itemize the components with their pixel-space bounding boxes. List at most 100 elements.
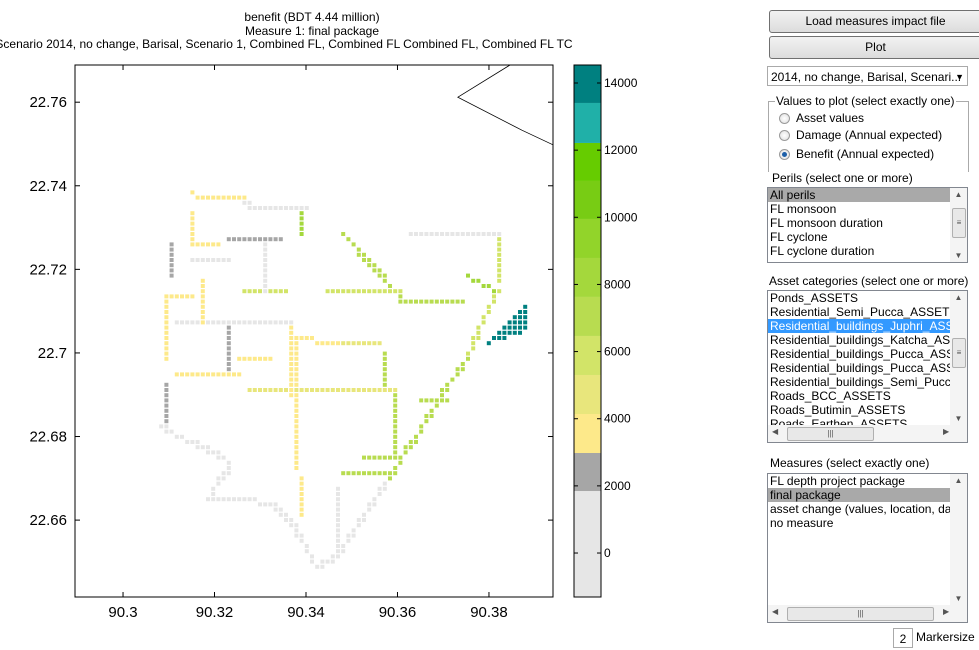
list-item[interactable]: Residential_buildings_Katcha_ASSETS [768, 333, 951, 347]
list-item[interactable]: Residential_buildings_Pucca_ASSETS [768, 347, 951, 361]
list-item[interactable]: Roads_BCC_ASSETS [768, 389, 951, 403]
list-item[interactable]: Residential_buildings_Pucca_ASSETS_ [768, 361, 951, 375]
scroll-left-icon[interactable]: ◀ [772, 427, 778, 436]
asset-point [393, 471, 398, 476]
load-measures-impact-file-button[interactable]: Load measures impact file [769, 10, 979, 33]
asset-point [471, 278, 476, 283]
asset-point [195, 445, 200, 450]
asset-point [362, 341, 366, 346]
asset-point [294, 450, 299, 455]
scenario-select[interactable]: 2014, no change, Barisal, Scenari... ▼ [767, 66, 968, 86]
asset-point [336, 497, 340, 502]
colorbar-segment [574, 180, 601, 219]
asset-point [190, 242, 195, 247]
asset-point [294, 445, 299, 450]
asset-point [252, 497, 257, 502]
list-item[interactable]: Residential_buildings_Semi_Pucca_AS [768, 375, 951, 389]
perils-listbox[interactable]: All perils FL monsoon FL monsoon duratio… [767, 187, 968, 263]
asset-point [299, 512, 304, 517]
assets-hscrollbar[interactable]: ◀ ||| ▶ [768, 425, 967, 442]
asset-point [169, 247, 174, 252]
asset-point [471, 232, 476, 236]
list-item[interactable]: FL cyclone [768, 230, 951, 244]
asset-point [263, 278, 268, 283]
measures-vscrollbar[interactable]: ▲ ▼ [950, 474, 967, 605]
scroll-up-icon[interactable]: ▲ [950, 476, 967, 485]
measures-listbox[interactable]: FL depth project package final package a… [767, 473, 968, 623]
asset-point [268, 356, 273, 361]
asset-point [200, 445, 205, 450]
asset-point [273, 507, 278, 512]
asset-point [232, 497, 236, 502]
radio-selected-icon[interactable] [779, 148, 790, 160]
scroll-right-icon[interactable]: ▶ [943, 607, 949, 616]
asset-point [523, 310, 528, 314]
asset-point [382, 382, 387, 387]
asset-point [247, 388, 252, 392]
list-item[interactable]: FL depth project package [768, 474, 951, 488]
list-item[interactable]: Roads_Butimin_ASSETS [768, 403, 951, 417]
perils-label: Perils (select one or more) [772, 171, 913, 185]
asset-point [221, 320, 226, 325]
asset-point [200, 320, 205, 325]
radio-benefit[interactable]: Benefit (Annual expected) [779, 147, 934, 161]
asset-point [414, 232, 418, 236]
scroll-thumb[interactable]: ||| [787, 427, 874, 441]
list-item[interactable]: no measure [768, 516, 951, 530]
list-item-selected[interactable]: Residential_buildings_Juphri_ASSETS [768, 319, 951, 333]
asset-point [434, 299, 439, 304]
measures-hscrollbar[interactable]: ◀ ||| ▶ [768, 605, 967, 622]
radio-icon[interactable] [779, 129, 790, 141]
asset-point [252, 237, 257, 242]
list-item[interactable]: asset change (values, location, damfu [768, 502, 951, 516]
asset-point [336, 341, 340, 346]
scroll-right-icon[interactable]: ▶ [943, 427, 949, 436]
asset-point [372, 497, 377, 502]
colorbar-tick-label: 6000 [604, 345, 631, 359]
asset-point [200, 258, 205, 262]
plot-button[interactable]: Plot [769, 36, 979, 59]
asset-categories-listbox[interactable]: Ponds_ASSETS Residential_Semi_Pucca_ASSE… [767, 290, 968, 443]
asset-point [320, 564, 325, 569]
list-item[interactable]: Ponds_ASSETS [768, 291, 951, 305]
list-item[interactable]: FL monsoon duration [768, 216, 951, 230]
scroll-up-icon[interactable]: ▲ [950, 190, 967, 199]
markersize-input[interactable]: 2 [893, 628, 913, 648]
asset-point [200, 294, 205, 299]
scroll-up-icon[interactable]: ▲ [950, 293, 967, 302]
radio-damage[interactable]: Damage (Annual expected) [779, 128, 942, 142]
asset-point [252, 388, 257, 392]
assets-vscrollbar[interactable]: ▲ ≡ ▼ [950, 291, 967, 425]
scroll-thumb[interactable]: ||| [787, 607, 934, 621]
asset-point [200, 315, 205, 320]
asset-point [341, 232, 346, 236]
scroll-left-icon[interactable]: ◀ [772, 607, 778, 616]
asset-point [190, 216, 195, 221]
asset-point [382, 471, 387, 476]
scroll-down-icon[interactable]: ▼ [950, 594, 967, 603]
asset-point [294, 393, 299, 398]
radio-icon[interactable] [779, 112, 790, 124]
asset-point [206, 445, 210, 450]
scroll-thumb[interactable]: ≡ [952, 208, 966, 238]
list-item[interactable]: FL cyclone duration [768, 244, 951, 258]
list-item-selected[interactable]: final package [768, 488, 951, 502]
list-item[interactable]: FL monsoon [768, 202, 951, 216]
scroll-thumb[interactable]: ≡ [952, 338, 966, 368]
asset-point [497, 268, 502, 273]
list-item[interactable]: Residential_Semi_Pucca_ASSETS_30 [768, 305, 951, 319]
asset-point [336, 528, 340, 533]
dropdown-arrow-icon[interactable]: ▼ [955, 67, 964, 87]
radio-asset-values[interactable]: Asset values [779, 111, 864, 125]
perils-scrollbar[interactable]: ▲ ≡ ▼ [950, 188, 967, 262]
asset-point [289, 351, 294, 356]
asset-point [497, 242, 502, 247]
y-tick-label: 22.74 [29, 178, 67, 195]
asset-point [294, 440, 299, 444]
list-item[interactable]: All perils [768, 188, 951, 202]
scroll-down-icon[interactable]: ▼ [950, 251, 967, 260]
asset-point [336, 492, 340, 496]
scroll-down-icon[interactable]: ▼ [950, 414, 967, 423]
asset-point [388, 471, 392, 476]
asset-point [372, 502, 377, 507]
